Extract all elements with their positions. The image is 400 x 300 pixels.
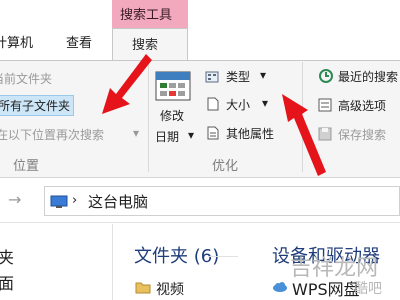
cloud-drive-icon — [272, 278, 288, 294]
nav-pane-item[interactable]: 夹 — [0, 244, 14, 268]
calendar-icon — [154, 68, 194, 102]
tab-view[interactable]: 查看 — [66, 32, 92, 51]
refine-group-label: 优化 — [212, 159, 239, 174]
red-arrow-annotation — [278, 90, 332, 180]
recent-searches-dropdown[interactable]: 最近的搜索 — [338, 68, 398, 85]
location-group-label: 位置 — [13, 159, 40, 174]
kind-icon — [205, 69, 219, 83]
pane-divider — [112, 224, 113, 300]
red-arrow-annotation — [96, 48, 156, 118]
advanced-options-dropdown[interactable]: 高级选项 — [338, 97, 386, 114]
all-subfolders-button[interactable]: 所有子文件夹 — [0, 95, 75, 116]
recent-searches-icon — [318, 68, 333, 83]
folders-heading[interactable]: 文件夹 (6) — [134, 242, 219, 268]
size-dropdown[interactable]: 大小 — [226, 96, 250, 113]
current-folder-button[interactable]: 当前文件夹 — [0, 70, 52, 87]
kind-dropdown[interactable]: 类型 — [226, 68, 250, 85]
watermark-logo-sub: 酷吧 — [354, 281, 382, 297]
date-modified-line2[interactable]: 日期 — [155, 128, 179, 145]
list-item-videos[interactable]: 视频 — [156, 279, 184, 299]
tab-computer[interactable]: 计算机 — [0, 32, 33, 51]
chevron-down-icon: ▾ — [262, 96, 269, 110]
save-search-button[interactable]: 保存搜索 — [338, 126, 386, 143]
ribbon-tab-strip — [0, 0, 400, 60]
size-icon — [206, 96, 220, 111]
nav-pane-item[interactable]: 面 — [0, 270, 14, 294]
other-properties-dropdown[interactable]: 其他属性 — [226, 125, 274, 142]
this-pc-icon — [50, 194, 70, 208]
properties-icon — [206, 125, 220, 140]
search-tools-context-header: 搜索工具 — [112, 0, 188, 28]
heading-rule — [208, 256, 238, 257]
context-header-label: 搜索工具 — [120, 8, 173, 23]
chevron-down-icon: ▾ — [260, 68, 267, 82]
date-modified-line1[interactable]: 修改 — [160, 107, 184, 124]
breadcrumb-this-pc[interactable]: 这台电脑 — [88, 191, 148, 212]
chevron-down-icon: ▾ — [188, 128, 195, 142]
forward-arrow-icon[interactable]: → — [8, 190, 21, 209]
folder-icon — [135, 279, 151, 295]
search-again-dropdown[interactable]: 在以下位置再次搜索 — [0, 126, 104, 143]
breadcrumb-separator: › — [72, 193, 78, 208]
chevron-down-icon: ▾ — [133, 126, 140, 140]
